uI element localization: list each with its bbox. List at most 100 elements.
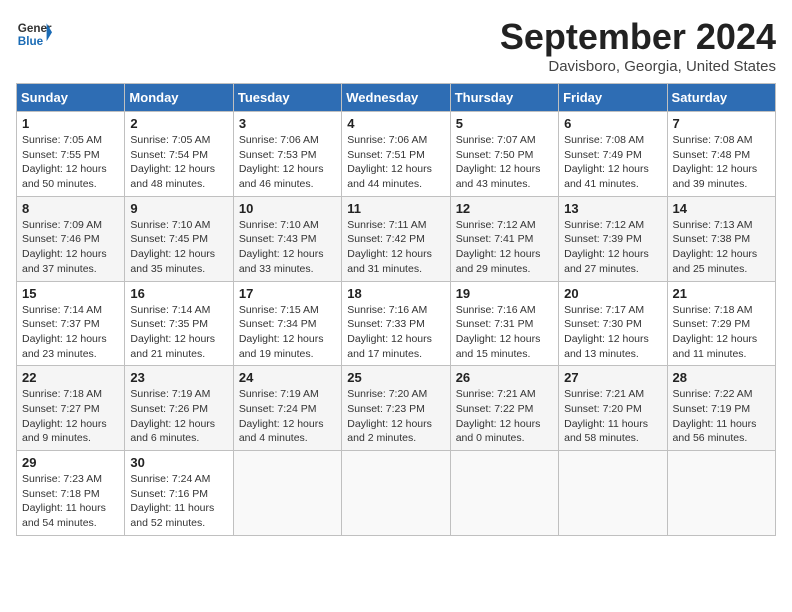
day-info: Sunrise: 7:16 AMSunset: 7:33 PMDaylight:…: [347, 303, 444, 362]
calendar-week-row: 15 Sunrise: 7:14 AMSunset: 7:37 PMDayligh…: [17, 281, 776, 366]
calendar-cell: 19Sunrise: 7:16 AMSunset: 7:31 PMDayligh…: [450, 281, 558, 366]
day-info: Sunrise: 7:22 AMSunset: 7:19 PMDaylight:…: [673, 387, 770, 446]
weekday-header-cell: Saturday: [667, 84, 775, 112]
calendar-cell: [667, 451, 775, 536]
calendar-cell: 30Sunrise: 7:24 AMSunset: 7:16 PMDayligh…: [125, 451, 233, 536]
weekday-header-cell: Wednesday: [342, 84, 450, 112]
day-info: Sunrise: 7:24 AMSunset: 7:16 PMDaylight:…: [130, 472, 227, 531]
calendar-cell: 15 Sunrise: 7:14 AMSunset: 7:37 PMDayligh…: [17, 281, 125, 366]
day-number: 9: [130, 201, 227, 216]
calendar-cell: 28 Sunrise: 7:22 AMSunset: 7:19 PMDayligh…: [667, 366, 775, 451]
calendar-cell: 17 Sunrise: 7:15 AMSunset: 7:34 PMDayligh…: [233, 281, 341, 366]
day-number: 10: [239, 201, 336, 216]
calendar-cell: [450, 451, 558, 536]
calendar-week-row: 22Sunrise: 7:18 AMSunset: 7:27 PMDayligh…: [17, 366, 776, 451]
day-number: 6: [564, 116, 661, 131]
day-info: Sunrise: 7:12 AMSunset: 7:41 PMDaylight:…: [456, 218, 553, 277]
day-info: Sunrise: 7:19 AMSunset: 7:26 PMDaylight:…: [130, 387, 227, 446]
day-number: 2: [130, 116, 227, 131]
day-info: Sunrise: 7:11 AMSunset: 7:42 PMDaylight:…: [347, 218, 444, 277]
weekday-header-cell: Sunday: [17, 84, 125, 112]
calendar-cell: [559, 451, 667, 536]
calendar-cell: 3 Sunrise: 7:06 AMSunset: 7:53 PMDaylight…: [233, 112, 341, 197]
calendar-cell: 10 Sunrise: 7:10 AMSunset: 7:43 PMDayligh…: [233, 196, 341, 281]
day-info: Sunrise: 7:06 AMSunset: 7:51 PMDaylight:…: [347, 133, 444, 192]
title-area: September 2024 Davisboro, Georgia, Unite…: [500, 16, 776, 75]
calendar-cell: 20 Sunrise: 7:17 AMSunset: 7:30 PMDayligh…: [559, 281, 667, 366]
day-info: Sunrise: 7:06 AMSunset: 7:53 PMDaylight:…: [239, 133, 336, 192]
calendar-cell: 26 Sunrise: 7:21 AMSunset: 7:22 PMDayligh…: [450, 366, 558, 451]
day-info: Sunrise: 7:17 AMSunset: 7:30 PMDaylight:…: [564, 303, 661, 362]
day-number: 29: [22, 455, 119, 470]
day-info: Sunrise: 7:05 AMSunset: 7:55 PMDaylight:…: [22, 133, 119, 192]
calendar-cell: 4Sunrise: 7:06 AMSunset: 7:51 PMDaylight…: [342, 112, 450, 197]
day-number: 14: [673, 201, 770, 216]
calendar-cell: 22Sunrise: 7:18 AMSunset: 7:27 PMDayligh…: [17, 366, 125, 451]
calendar-cell: 14Sunrise: 7:13 AMSunset: 7:38 PMDayligh…: [667, 196, 775, 281]
day-info: Sunrise: 7:12 AMSunset: 7:39 PMDaylight:…: [564, 218, 661, 277]
day-number: 12: [456, 201, 553, 216]
day-number: 23: [130, 370, 227, 385]
day-number: 20: [564, 286, 661, 301]
day-number: 1: [22, 116, 119, 131]
day-number: 28: [673, 370, 770, 385]
day-info: Sunrise: 7:18 AMSunset: 7:29 PMDaylight:…: [673, 303, 770, 362]
calendar-week-row: 8 Sunrise: 7:09 AMSunset: 7:46 PMDaylight…: [17, 196, 776, 281]
calendar-cell: 16Sunrise: 7:14 AMSunset: 7:35 PMDayligh…: [125, 281, 233, 366]
day-number: 27: [564, 370, 661, 385]
day-number: 26: [456, 370, 553, 385]
day-info: Sunrise: 7:10 AMSunset: 7:45 PMDaylight:…: [130, 218, 227, 277]
calendar-cell: 5 Sunrise: 7:07 AMSunset: 7:50 PMDaylight…: [450, 112, 558, 197]
calendar-week-row: 1 Sunrise: 7:05 AMSunset: 7:55 PMDaylight…: [17, 112, 776, 197]
day-info: Sunrise: 7:08 AMSunset: 7:49 PMDaylight:…: [564, 133, 661, 192]
logo-icon: General Blue: [16, 16, 52, 52]
calendar-cell: 21 Sunrise: 7:18 AMSunset: 7:29 PMDayligh…: [667, 281, 775, 366]
day-info: Sunrise: 7:14 AMSunset: 7:37 PMDaylight:…: [22, 303, 119, 362]
day-info: Sunrise: 7:10 AMSunset: 7:43 PMDaylight:…: [239, 218, 336, 277]
day-info: Sunrise: 7:09 AMSunset: 7:46 PMDaylight:…: [22, 218, 119, 277]
day-info: Sunrise: 7:08 AMSunset: 7:48 PMDaylight:…: [673, 133, 770, 192]
calendar-cell: 11 Sunrise: 7:11 AMSunset: 7:42 PMDayligh…: [342, 196, 450, 281]
calendar-cell: 13 Sunrise: 7:12 AMSunset: 7:39 PMDayligh…: [559, 196, 667, 281]
day-number: 15: [22, 286, 119, 301]
calendar-table: SundayMondayTuesdayWednesdayThursdayFrid…: [16, 83, 776, 536]
day-number: 22: [22, 370, 119, 385]
calendar-cell: 23 Sunrise: 7:19 AMSunset: 7:26 PMDayligh…: [125, 366, 233, 451]
day-number: 3: [239, 116, 336, 131]
calendar-cell: 29Sunrise: 7:23 AMSunset: 7:18 PMDayligh…: [17, 451, 125, 536]
month-title: September 2024: [500, 16, 776, 58]
day-number: 19: [456, 286, 553, 301]
day-info: Sunrise: 7:21 AMSunset: 7:20 PMDaylight:…: [564, 387, 661, 446]
calendar-cell: 27 Sunrise: 7:21 AMSunset: 7:20 PMDayligh…: [559, 366, 667, 451]
day-number: 21: [673, 286, 770, 301]
calendar-week-row: 29Sunrise: 7:23 AMSunset: 7:18 PMDayligh…: [17, 451, 776, 536]
calendar-cell: 9 Sunrise: 7:10 AMSunset: 7:45 PMDaylight…: [125, 196, 233, 281]
day-info: Sunrise: 7:21 AMSunset: 7:22 PMDaylight:…: [456, 387, 553, 446]
day-number: 18: [347, 286, 444, 301]
day-info: Sunrise: 7:15 AMSunset: 7:34 PMDaylight:…: [239, 303, 336, 362]
calendar-cell: 25 Sunrise: 7:20 AMSunset: 7:23 PMDayligh…: [342, 366, 450, 451]
calendar-body: 1 Sunrise: 7:05 AMSunset: 7:55 PMDaylight…: [17, 112, 776, 536]
weekday-header-row: SundayMondayTuesdayWednesdayThursdayFrid…: [17, 84, 776, 112]
day-info: Sunrise: 7:05 AMSunset: 7:54 PMDaylight:…: [130, 133, 227, 192]
day-number: 17: [239, 286, 336, 301]
calendar-cell: [233, 451, 341, 536]
day-number: 5: [456, 116, 553, 131]
calendar-cell: 24Sunrise: 7:19 AMSunset: 7:24 PMDayligh…: [233, 366, 341, 451]
calendar-cell: 6 Sunrise: 7:08 AMSunset: 7:49 PMDaylight…: [559, 112, 667, 197]
day-number: 8: [22, 201, 119, 216]
location-subtitle: Davisboro, Georgia, United States: [500, 58, 776, 75]
calendar-cell: 8 Sunrise: 7:09 AMSunset: 7:46 PMDaylight…: [17, 196, 125, 281]
day-info: Sunrise: 7:20 AMSunset: 7:23 PMDaylight:…: [347, 387, 444, 446]
page-header: General Blue September 2024 Davisboro, G…: [16, 16, 776, 75]
day-number: 24: [239, 370, 336, 385]
weekday-header-cell: Monday: [125, 84, 233, 112]
day-info: Sunrise: 7:07 AMSunset: 7:50 PMDaylight:…: [456, 133, 553, 192]
weekday-header-cell: Friday: [559, 84, 667, 112]
logo: General Blue: [16, 16, 52, 52]
day-number: 11: [347, 201, 444, 216]
calendar-cell: [342, 451, 450, 536]
day-number: 7: [673, 116, 770, 131]
day-number: 25: [347, 370, 444, 385]
day-number: 13: [564, 201, 661, 216]
